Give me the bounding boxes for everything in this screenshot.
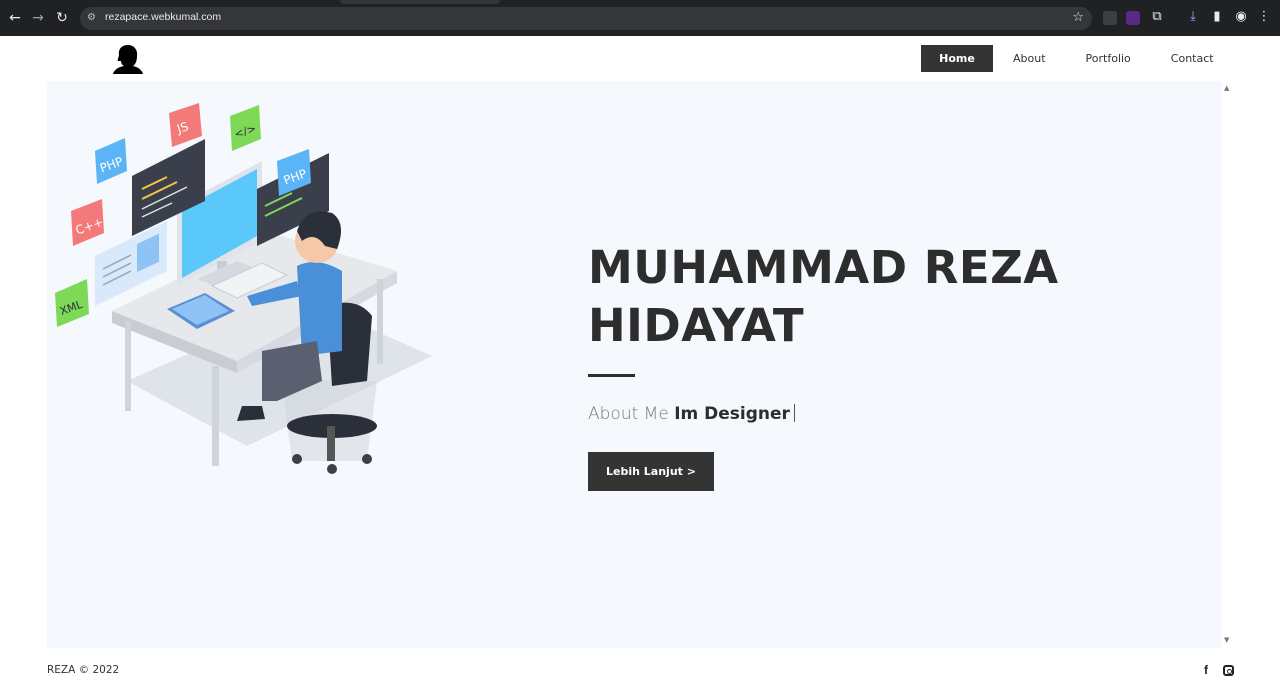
hero-sub-prefix: About Me	[588, 404, 669, 424]
footer-copyright: REZA © 2022	[47, 664, 120, 676]
js-badge: JS	[169, 103, 202, 147]
hero-title: MUHAMMAD REZA HIDAYAT	[588, 239, 1108, 355]
address-bar[interactable]: ⚙ rezapace.webkumal.com ☆	[80, 7, 1092, 30]
extension-icon[interactable]	[1103, 11, 1117, 25]
hero-subtitle: About Me Im Designer	[588, 404, 795, 424]
site-header: Home About Portfolio Contact	[0, 36, 1280, 80]
tab-strip	[0, 0, 1280, 4]
address-url[interactable]: rezapace.webkumal.com	[105, 11, 221, 23]
code-badge: </>	[230, 105, 261, 151]
extension-icon[interactable]	[1126, 11, 1140, 25]
download-icon[interactable]: ⤓	[1185, 9, 1201, 25]
forward-icon[interactable]: →	[29, 9, 47, 27]
hero-divider	[588, 374, 635, 377]
back-icon[interactable]: ←	[6, 9, 24, 27]
site-info-icon[interactable]: ⚙	[87, 12, 99, 24]
bookmark-star-icon[interactable]: ☆	[1072, 10, 1084, 25]
nav-contact[interactable]: Contact	[1151, 45, 1234, 72]
browser-chrome: ← → ↻ ⚙ rezapace.webkumal.com ☆ ⧉ ⤓ ▮ ◉ …	[0, 0, 1280, 36]
typing-caret	[793, 404, 795, 422]
instagram-icon[interactable]	[1223, 665, 1234, 676]
profile-avatar-icon[interactable]: ◉	[1233, 9, 1249, 25]
hero-title-line2: HIDAYAT	[588, 299, 805, 352]
menu-kebab-icon[interactable]: ⋮	[1256, 9, 1272, 25]
lebih-lanjut-button[interactable]: Lebih Lanjut >	[588, 452, 714, 491]
scroll-up-arrow-icon[interactable]: ▲	[1224, 84, 1229, 92]
hero-sub-role: Im Designer	[674, 404, 790, 424]
nav-home[interactable]: Home	[921, 45, 993, 72]
extensions-puzzle-icon[interactable]: ⧉	[1149, 9, 1165, 25]
xml-badge: XML	[55, 279, 89, 327]
hero-title-line1: MUHAMMAD REZA	[588, 241, 1059, 294]
side-panel-icon[interactable]: ▮	[1209, 9, 1225, 25]
nav-portfolio[interactable]: Portfolio	[1066, 45, 1151, 72]
facebook-icon[interactable]: f	[1200, 663, 1212, 677]
cpp-badge: C++	[71, 199, 105, 246]
hero-section: PHP JS </> C++ XML PHP MUHAMMAD REZA HID…	[47, 81, 1222, 648]
developer-desk-illustration: PHP JS </> C++ XML PHP	[55, 103, 432, 474]
nav-about[interactable]: About	[993, 45, 1066, 72]
main-nav: Home About Portfolio Contact	[921, 45, 1234, 72]
active-tab[interactable]	[340, 0, 500, 4]
php-badge: PHP	[95, 138, 127, 184]
scroll-down-arrow-icon[interactable]: ▼	[1224, 636, 1229, 644]
reload-icon[interactable]: ↻	[53, 9, 71, 27]
silhouette-logo-icon[interactable]	[112, 44, 144, 74]
